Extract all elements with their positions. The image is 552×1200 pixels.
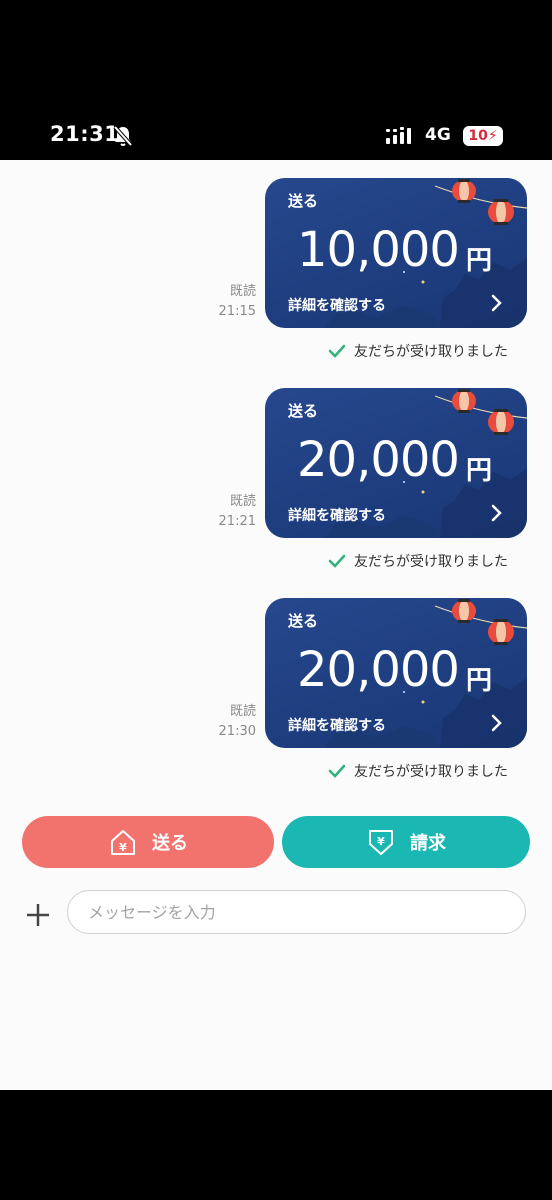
- received-status-text: 友だちが受け取りました: [354, 344, 508, 360]
- currency-label: 円: [466, 246, 493, 276]
- read-label: 既読: [229, 704, 256, 719]
- received-status: 友だちが受け取りました: [328, 551, 508, 571]
- send-money-button[interactable]: ¥ 送る: [22, 816, 274, 868]
- view-details-link[interactable]: 詳細を確認する: [288, 295, 386, 315]
- chat-area[interactable]: 既読 21:15 送る 10,000 円 詳細を確認する 友だちが受け取りました…: [0, 160, 552, 1090]
- message-input-wrapper: [67, 890, 526, 934]
- transfer-message: 既読 21:15 送る 10,000 円 詳細を確認する 友だちが受け取りました: [0, 178, 552, 378]
- read-receipt: 既読 21:30: [200, 702, 256, 742]
- bottom-bar: [0, 1090, 552, 1200]
- message-input[interactable]: [86, 891, 510, 933]
- received-status: 友だちが受け取りました: [328, 761, 508, 781]
- send-button-label: 送る: [152, 833, 188, 854]
- signal-icon: [386, 127, 416, 149]
- message-time: 21:21: [218, 514, 256, 529]
- transfer-type-label: 送る: [288, 612, 319, 630]
- lantern-icon: [452, 389, 476, 413]
- status-bar: 21:31 4G 10⚡: [0, 0, 552, 160]
- read-label: 既読: [229, 284, 256, 299]
- battery-indicator: 10⚡: [463, 126, 503, 146]
- check-icon: [328, 764, 346, 778]
- network-type: 4G: [425, 125, 451, 145]
- chevron-right-icon: [491, 504, 503, 526]
- plus-icon[interactable]: [25, 902, 51, 932]
- check-icon: [328, 344, 346, 358]
- received-status-text: 友だちが受け取りました: [354, 764, 508, 780]
- view-details-link[interactable]: 詳細を確認する: [288, 715, 386, 735]
- message-time: 21:30: [218, 724, 256, 739]
- received-status-text: 友だちが受け取りました: [354, 554, 508, 570]
- transfer-message: 既読 21:21 送る 20,000 円 詳細を確認する 友だちが受け取りました: [0, 388, 552, 588]
- request-money-button[interactable]: ¥ 請求: [282, 816, 530, 868]
- request-yen-icon: ¥: [369, 830, 393, 855]
- request-button-label: 請求: [410, 833, 446, 854]
- svg-text:¥: ¥: [377, 835, 385, 848]
- transfer-type-label: 送る: [288, 402, 319, 420]
- svg-text:¥: ¥: [119, 841, 127, 854]
- transfer-amount: 20,000: [297, 642, 460, 698]
- transfer-card[interactable]: 送る 10,000 円 詳細を確認する: [265, 178, 527, 328]
- status-time: 21:31: [50, 122, 120, 146]
- chevron-right-icon: [491, 294, 503, 316]
- transfer-amount: 20,000: [297, 432, 460, 488]
- check-icon: [328, 554, 346, 568]
- lantern-icon: [452, 599, 476, 623]
- transfer-type-label: 送る: [288, 192, 319, 210]
- read-receipt: 既読 21:15: [200, 282, 256, 322]
- battery-level: 10: [468, 128, 488, 144]
- received-status: 友だちが受け取りました: [328, 341, 508, 361]
- message-time: 21:15: [218, 304, 256, 319]
- read-label: 既読: [229, 494, 256, 509]
- bell-slash-icon: [113, 125, 133, 151]
- view-details-link[interactable]: 詳細を確認する: [288, 505, 386, 525]
- transfer-message: 既読 21:30 送る 20,000 円 詳細を確認する 友だちが受け取りました: [0, 598, 552, 798]
- currency-label: 円: [466, 456, 493, 486]
- read-receipt: 既読 21:21: [200, 492, 256, 532]
- lantern-icon: [452, 179, 476, 203]
- transfer-amount: 10,000: [297, 222, 460, 278]
- chevron-right-icon: [491, 714, 503, 736]
- transfer-card[interactable]: 送る 20,000 円 詳細を確認する: [265, 598, 527, 748]
- send-yen-icon: ¥: [111, 830, 135, 855]
- transfer-card[interactable]: 送る 20,000 円 詳細を確認する: [265, 388, 527, 538]
- currency-label: 円: [466, 666, 493, 696]
- charging-bolt-icon: ⚡: [487, 128, 498, 144]
